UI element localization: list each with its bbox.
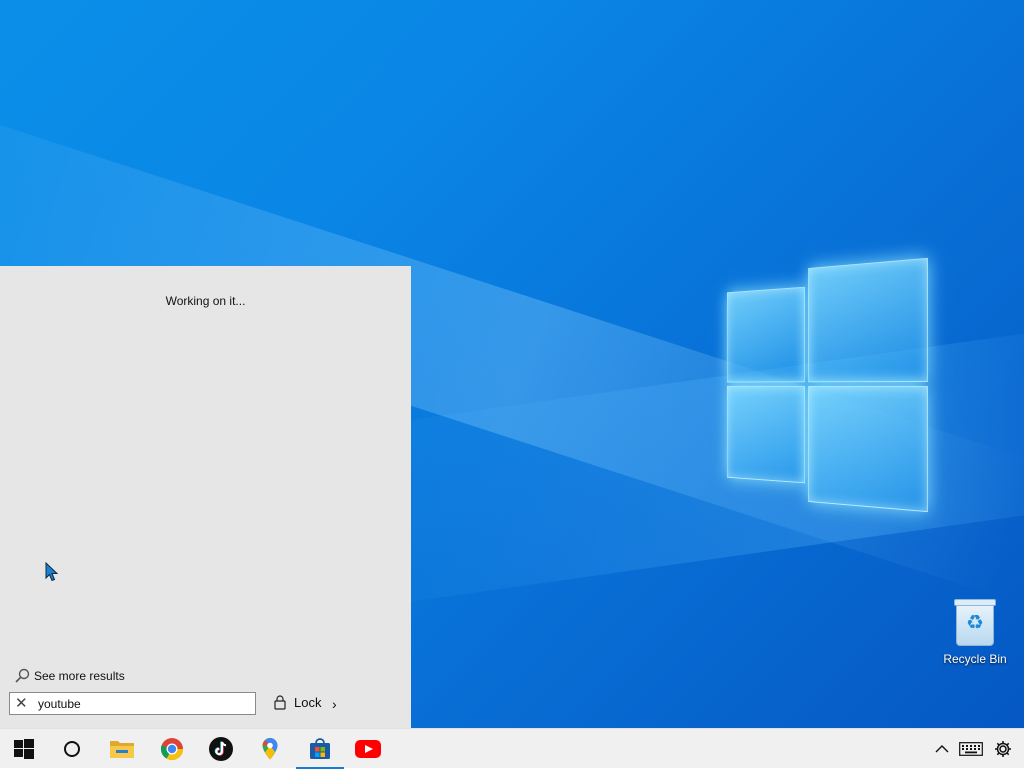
taskbar-tiktok[interactable] (197, 729, 245, 769)
cortana-button[interactable] (48, 729, 96, 769)
chevron-up-icon (935, 745, 949, 753)
settings-button[interactable] (990, 729, 1016, 769)
recycle-bin-label: Recycle Bin (943, 652, 1007, 666)
recycle-bin-icon: ♻ (954, 599, 996, 646)
show-hidden-icons-button[interactable] (932, 729, 952, 769)
taskbar-youtube[interactable] (344, 729, 392, 769)
touch-keyboard-button[interactable] (956, 729, 986, 769)
taskbar-file-explorer[interactable] (98, 729, 146, 769)
windows-start-icon (14, 739, 34, 759)
youtube-icon (355, 740, 381, 758)
taskbar-microsoft-store[interactable] (296, 729, 344, 769)
clear-search-icon[interactable]: ✕ (15, 695, 28, 712)
lock-icon (274, 695, 286, 710)
search-panel: Working on it... See more results ✕ Lock… (0, 266, 411, 728)
file-explorer-icon (110, 741, 134, 758)
power-options-chevron-icon[interactable]: › (332, 696, 337, 712)
lock-button[interactable]: Lock (272, 694, 321, 710)
mouse-cursor-icon (45, 562, 59, 582)
microsoft-store-icon (310, 738, 330, 759)
status-text: Working on it... (165, 294, 246, 308)
tiktok-icon (209, 737, 233, 761)
settings-gear-icon (995, 741, 1011, 757)
search-box[interactable]: ✕ (9, 692, 256, 715)
taskbar-google-maps[interactable] (246, 729, 294, 769)
chrome-icon (160, 738, 183, 760)
wallpaper-windows-logo (726, 257, 928, 513)
taskbar-chrome[interactable] (148, 729, 196, 769)
search-magnifier-icon (15, 668, 30, 683)
search-input[interactable] (38, 694, 248, 713)
google-maps-icon (262, 738, 278, 760)
keyboard-icon (959, 742, 983, 756)
lock-label: Lock (294, 694, 322, 710)
see-more-results-label: See more results (34, 669, 125, 683)
taskbar (0, 728, 1024, 769)
see-more-results-link[interactable]: See more results (14, 668, 125, 684)
cortana-circle-icon (64, 741, 80, 757)
recycle-bin-shortcut[interactable]: ♻ Recycle Bin (938, 599, 1012, 674)
start-button[interactable] (0, 729, 48, 769)
